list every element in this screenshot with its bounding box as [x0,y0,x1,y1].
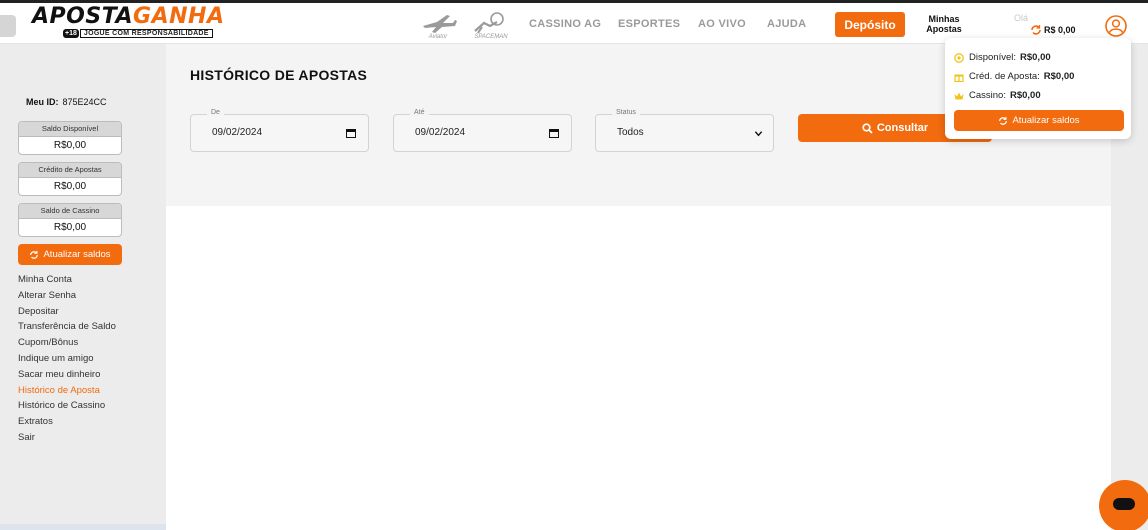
popup-row-available: Disponível: R$0,00 [954,52,1051,63]
refresh-balances-button[interactable]: Atualizar saldos [18,244,122,265]
crown-icon [954,92,964,99]
tagline-text: JOGUE COM RESPONSABILIDADE [79,29,213,38]
spaceman-icon [474,12,504,34]
popup-available-value: R$0,00 [1020,52,1051,63]
bet-credit-label: Crédito de Apostas [19,163,121,178]
page-title-rest: DE APOSTAS [274,67,368,83]
popup-bet-credit-label: Créd. de Aposta: [969,71,1040,82]
nav-esportes[interactable]: ESPORTES [618,18,680,30]
status-value: Todos [617,127,644,138]
menu-alterar-senha[interactable]: Alterar Senha [18,288,116,304]
page-title-bold: HISTÓRICO [190,67,271,83]
aviator-game-link[interactable]: Aviator [417,11,459,43]
user-id-label: Meu ID: [26,97,59,107]
popup-refresh-label: Atualizar saldos [1012,115,1080,126]
date-from-field[interactable]: De 09/02/2024 [190,109,369,152]
spaceman-label: SPACEMAN [474,34,508,40]
consult-label: Consultar [876,122,929,134]
menu-minha-conta[interactable]: Minha Conta [18,272,116,288]
user-id: Meu ID: 875E24CC [26,97,107,107]
deposit-button[interactable]: Depósito [835,12,905,37]
popup-casino-label: Cassino: [969,90,1006,101]
date-from-label: De [207,109,224,116]
date-to-value: 09/02/2024 [415,127,466,138]
logo-text-ganha: GANHA [133,4,225,29]
my-bets-line2: Apostas [926,24,962,34]
aviator-label: Aviator [428,34,448,40]
page-title: HISTÓRICO DE APOSTAS [190,67,367,83]
menu-toggle-tab[interactable] [0,15,16,37]
chevron-down-icon [754,131,763,137]
menu-extratos[interactable]: Extratos [18,414,116,430]
status-select[interactable]: Status Todos [595,109,774,152]
sidebar-footer-strip [0,524,166,530]
menu-transferencia-saldo[interactable]: Transferência de Saldo [18,319,116,335]
menu-indique-amigo[interactable]: Indique um amigo [18,351,116,367]
menu-depositar[interactable]: Depositar [18,304,116,320]
my-bets-line1: Minhas [928,14,960,24]
user-avatar-icon[interactable] [1105,15,1127,37]
nav-ao-vivo[interactable]: AO VIVO [698,18,746,30]
menu-sacar-dinheiro[interactable]: Sacar meu dinheiro [18,367,116,383]
refresh-icon [30,250,39,259]
coin-icon [954,52,964,63]
balance-dropdown: Disponível: R$0,00 Créd. de Aposta: R$0,… [945,38,1131,139]
casino-balance-box: Saldo de Cassino R$0,00 [18,203,122,237]
menu-historico-aposta[interactable]: Histórico de Aposta [18,383,116,399]
airplane-icon [423,15,457,33]
logo-text-aposta: APOSTA [32,4,134,29]
age-18-badge: +18 [63,29,79,38]
bet-credit-value: R$0,00 [53,181,87,192]
casino-balance-label: Saldo de Cassino [19,204,121,219]
refresh-icon [999,116,1008,125]
balance-available-value: R$0,00 [53,140,87,151]
account-sidebar: Meu ID: 875E24CC Saldo Disponível R$0,00 … [0,44,166,530]
casino-balance-value: R$0,00 [53,222,87,233]
brand-logo[interactable]: APOSTAGANHA [32,5,224,29]
greeting-text: Olá [1014,13,1029,23]
popup-row-casino: Cassino: R$0,00 [954,90,1041,101]
menu-historico-cassino[interactable]: Histórico de Cassino [18,398,116,414]
menu-cupom-bonus[interactable]: Cupom/Bônus [18,335,116,351]
gift-icon [954,74,964,82]
responsible-gaming-tagline: +18 JOGUE COM RESPONSABILIDADE [63,29,213,38]
date-to-label: Até [410,109,429,116]
account-menu: Minha Conta Alterar Senha Depositar Tran… [18,272,116,446]
nav-cassino-ag[interactable]: CASSINO AG [529,18,601,30]
menu-sair[interactable]: Sair [18,430,116,446]
bet-credit-box: Crédito de Apostas R$0,00 [18,162,122,196]
user-id-value: 875E24CC [62,97,107,107]
chat-support-button[interactable] [1099,480,1148,530]
date-from-value: 09/02/2024 [212,127,263,138]
refresh-balances-label: Atualizar saldos [43,249,111,260]
popup-bet-credit-value: R$0,00 [1043,71,1075,82]
popup-casino-value: R$0,00 [1009,90,1041,101]
calendar-icon[interactable] [549,128,559,138]
date-to-field[interactable]: Até 09/02/2024 [393,109,572,152]
refresh-icon[interactable] [1030,24,1042,36]
nav-ajuda[interactable]: AJUDA [767,18,806,30]
header-balance: R$ 0,00 [1044,25,1076,35]
search-icon [862,122,873,134]
chat-bubble-icon [1113,498,1135,510]
status-label: Status [612,109,640,116]
balance-available-label: Saldo Disponível [19,122,121,137]
balance-available-box: Saldo Disponível R$0,00 [18,121,122,155]
spaceman-game-link[interactable]: SPACEMAN [470,11,512,43]
calendar-icon[interactable] [346,128,356,138]
popup-refresh-balances-button[interactable]: Atualizar saldos [954,110,1124,131]
popup-available-label: Disponível: [969,52,1016,63]
my-bets-link[interactable]: Minhas Apostas [912,14,976,34]
popup-row-bet-credit: Créd. de Aposta: R$0,00 [954,71,1074,82]
